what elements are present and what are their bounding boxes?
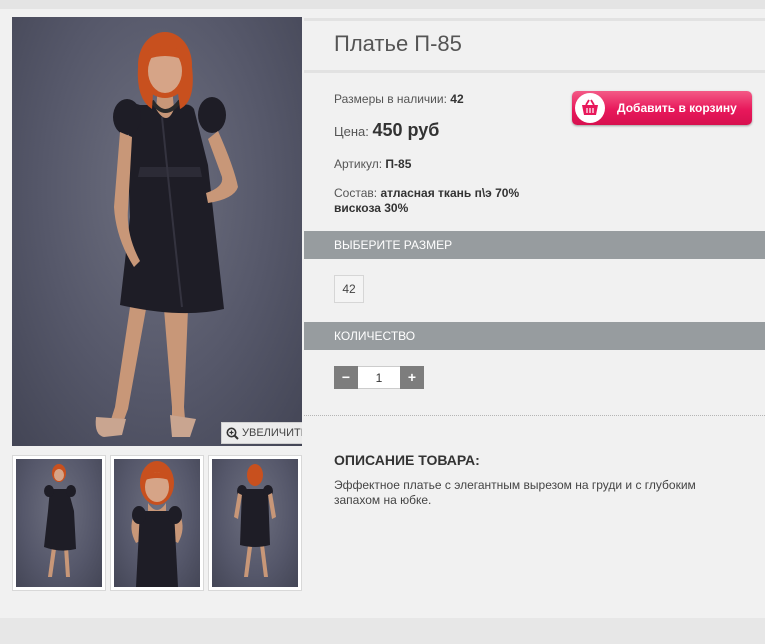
thumbnail-2[interactable] [110, 455, 204, 591]
bottom-strip [0, 618, 765, 644]
zoom-icon [226, 427, 239, 440]
quantity-decrease-button[interactable]: − [334, 366, 358, 389]
divider [304, 415, 765, 416]
product-title-box: Платье П-85 [304, 18, 765, 73]
dress-model-illustration [95, 32, 238, 437]
article-value: П-85 [385, 157, 412, 171]
description-heading: ОПИСАНИЕ ТОВАРА: [334, 452, 480, 468]
top-strip [0, 0, 765, 9]
quantity-increase-button[interactable]: + [400, 366, 424, 389]
thumbnail-1-image [44, 464, 76, 577]
sizes-in-stock-value: 42 [450, 92, 464, 106]
thumbnail-2-image [131, 461, 183, 587]
article-row: Артикул: П-85 [334, 157, 411, 171]
thumbnail-1[interactable] [12, 455, 106, 591]
article-label: Артикул: [334, 157, 383, 171]
sizes-in-stock-row: Размеры в наличии: 42 [334, 92, 464, 106]
sizes-in-stock-label: Размеры в наличии: [334, 92, 447, 106]
size-section-header: ВЫБЕРИТЕ РАЗМЕР [304, 231, 765, 259]
product-title: Платье П-85 [334, 31, 462, 56]
description-text: Эффектное платье с элегантным вырезом на… [334, 478, 696, 507]
price-row: Цена: 450 руб [334, 120, 439, 141]
add-to-cart-button[interactable]: Добавить в корзину [572, 91, 752, 125]
add-to-cart-label: Добавить в корзину [617, 101, 737, 115]
quantity-input[interactable] [358, 366, 400, 389]
quantity-section-header: КОЛИЧЕСТВО [304, 322, 765, 350]
zoom-label: УВЕЛИЧИТЬ [242, 427, 302, 439]
basket-icon [575, 93, 605, 123]
main-product-photo[interactable]: УВЕЛИЧИТЬ [12, 17, 302, 446]
composition-value-line1: атласная ткань п\э 70% [380, 186, 520, 200]
price-value: 450 руб [372, 120, 440, 140]
price-label: Цена: [334, 124, 369, 139]
thumbnail-3[interactable] [208, 455, 302, 591]
composition-row: Состав: атласная ткань п\э 70% вискоза 3… [334, 186, 519, 216]
composition-value-line2: вискоза 30% [334, 201, 409, 215]
zoom-button[interactable]: УВЕЛИЧИТЬ [221, 422, 302, 444]
composition-label: Состав: [334, 186, 378, 200]
size-option-42[interactable]: 42 [334, 275, 364, 303]
thumbnail-gallery [12, 455, 302, 591]
thumbnail-3-image [234, 464, 276, 577]
